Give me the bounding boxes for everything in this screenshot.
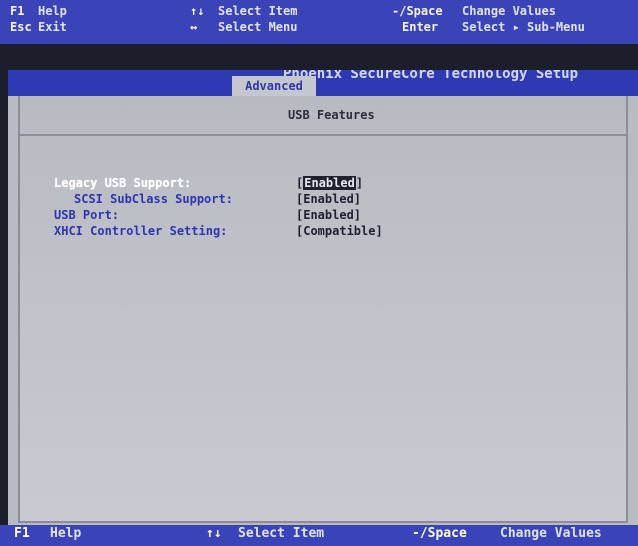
exit-key: Esc (10, 20, 32, 34)
section-title: USB Features (288, 108, 375, 122)
help-key: F1 (10, 4, 25, 18)
bios-screen: Phoenix SecureCore Technology Setup Adva… (8, 70, 638, 525)
section-header: USB Features (20, 96, 626, 136)
select-menu-key: ↔ (190, 20, 198, 34)
change-values-key: -/Space (412, 526, 467, 541)
settings-frame: USB Features Legacy USB Support: [Enable… (18, 96, 628, 523)
setting-legacy-usb[interactable]: Legacy USB Support: [Enabled] (54, 176, 614, 192)
setup-title: Phoenix SecureCore Technology Setup (283, 70, 579, 82)
setting-scsi-subclass[interactable]: SCSI SubClass Support: [Enabled] (54, 192, 614, 208)
exit-key-desc: Exit (38, 20, 67, 34)
bottom-help-bar: F1 Help ↑↓ Select Item -/Space Change Va… (0, 525, 638, 546)
select-item-key: ↑↓ (190, 4, 205, 18)
setting-usb-port[interactable]: USB Port: [Enabled] (54, 208, 614, 224)
select-item-key: ↑↓ (206, 526, 222, 541)
setting-value[interactable]: [Enabled] (296, 176, 363, 190)
select-menu-desc: Select Menu (218, 20, 298, 34)
help-key: F1 (14, 526, 30, 541)
title-bar: Phoenix SecureCore Technology Setup Adva… (8, 70, 638, 96)
setting-label: Legacy USB Support: (54, 176, 192, 190)
setting-label: SCSI SubClass Support: (74, 192, 233, 206)
setting-value[interactable]: [Compatible] (296, 224, 383, 238)
select-item-desc: Select Item (238, 526, 325, 541)
change-values-desc: Change Values (500, 526, 602, 541)
setting-label: USB Port: (54, 208, 120, 222)
tab-advanced[interactable]: Advanced (232, 76, 316, 96)
monitor-bezel (0, 44, 638, 70)
setting-value[interactable]: [Enabled] (296, 192, 361, 206)
sub-menu-desc: Select ▸ Sub-Menu (462, 20, 585, 34)
setting-value[interactable]: [Enabled] (296, 208, 361, 222)
top-help-bar: F1 Help ↑↓ Select Item -/Space Change Va… (0, 0, 638, 44)
change-values-desc: Change Values (462, 4, 556, 18)
setting-label: XHCI Controller Setting: (54, 224, 228, 238)
help-key-desc: Help (50, 526, 82, 541)
help-key-desc: Help (38, 4, 67, 18)
select-item-desc: Select Item (218, 4, 298, 18)
change-values-key: -/Space (392, 4, 443, 18)
enter-key: Enter (402, 20, 439, 34)
selected-value[interactable]: Enabled (303, 176, 356, 190)
setting-xhci-controller[interactable]: XHCI Controller Setting: [Compatible] (54, 224, 614, 240)
